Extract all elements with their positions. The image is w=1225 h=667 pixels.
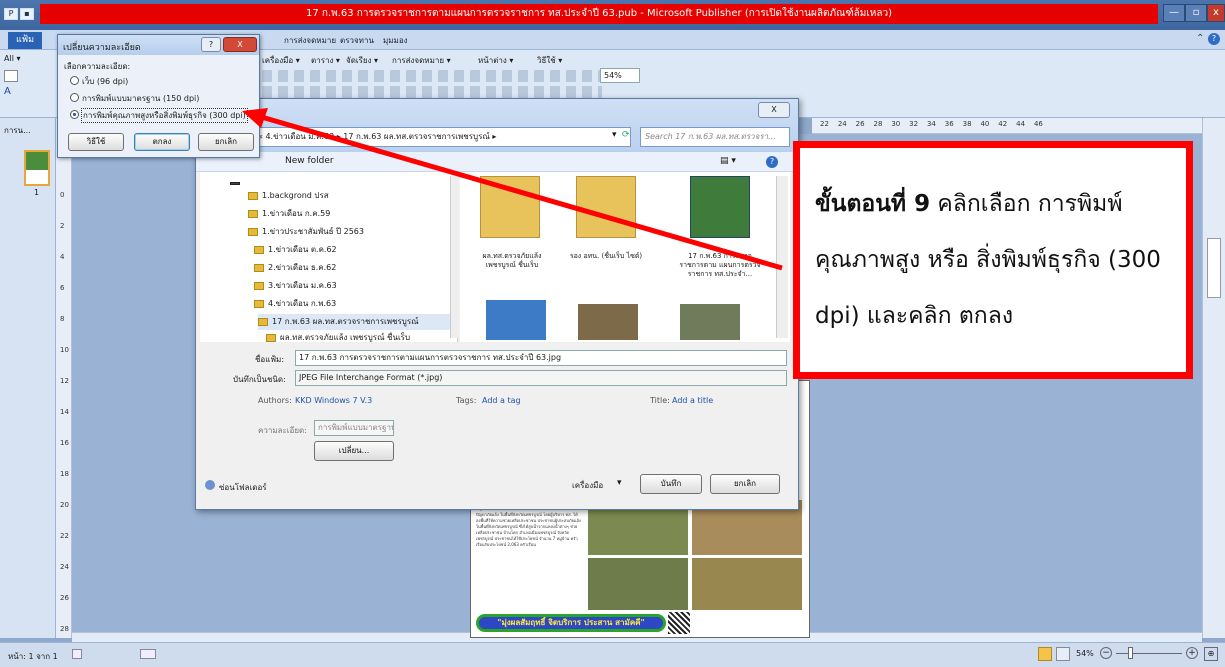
page-indicator[interactable]: หน้า: 1 จาก 1: [8, 650, 58, 663]
zoom-in-icon[interactable]: +: [1186, 647, 1198, 659]
two-page-view-icon[interactable]: [1056, 647, 1070, 661]
fit-page-icon[interactable]: ⊕: [1204, 647, 1218, 661]
zoom-slider[interactable]: [1116, 653, 1182, 654]
callout-text: ขั้นตอนที่ 9 คลิกเลือก การพิมพ์คุณภาพสูง…: [815, 176, 1185, 344]
arrow-shaft: [257, 113, 783, 271]
single-page-view-icon[interactable]: [1038, 647, 1052, 661]
zoom-out-icon[interactable]: −: [1100, 647, 1112, 659]
callout-step-label: ขั้นตอนที่ 9: [815, 191, 931, 217]
cursor-position-icon: [72, 649, 82, 659]
object-size-icon: [140, 649, 156, 659]
zoom-slider-thumb[interactable]: [1128, 647, 1133, 659]
zoom-level: 54%: [1076, 649, 1094, 658]
arrow-head: [242, 108, 268, 128]
